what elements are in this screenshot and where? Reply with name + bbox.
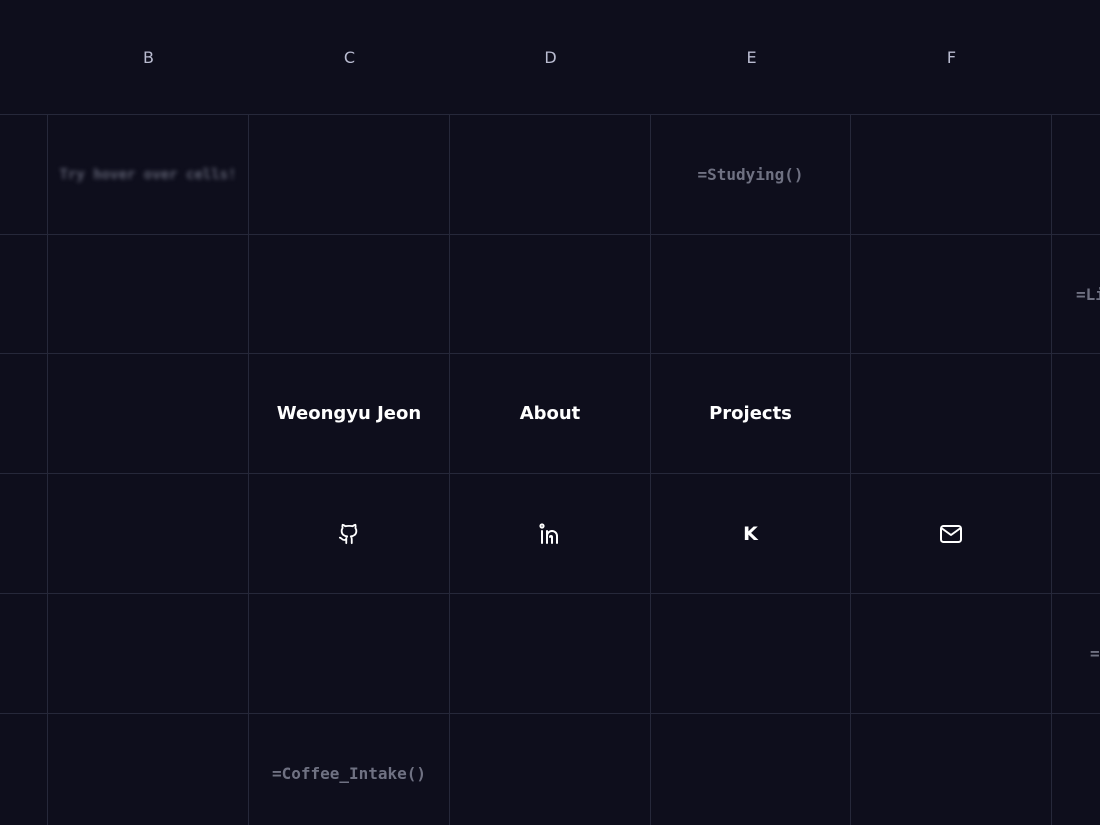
linkedin-link[interactable] [450, 474, 650, 593]
column-header-b: B [143, 47, 154, 67]
nav-projects-link[interactable]: Projects [651, 354, 850, 473]
grid-line-horizontal [0, 234, 1100, 235]
column-header-c: C [343, 47, 356, 67]
nav-about-link[interactable]: About [450, 354, 650, 473]
grid-line-vertical [850, 115, 851, 825]
cell-hint-text[interactable]: Try hover over cells! [48, 115, 248, 234]
column-header-f: F [946, 47, 957, 67]
mail-icon [939, 523, 963, 545]
mail-link[interactable] [851, 474, 1051, 593]
spreadsheet-grid: B C D E F Try hover over cells! =Studyin… [0, 0, 1100, 825]
github-icon [338, 523, 360, 545]
grid-line-horizontal [0, 713, 1100, 714]
grid-line-vertical [1051, 115, 1052, 825]
cell-studying-formula[interactable]: =Studying() [651, 115, 850, 234]
grid-line-horizontal [0, 593, 1100, 594]
k-link[interactable]: K [651, 474, 850, 593]
column-header-e: E [746, 47, 757, 67]
cell-coffee-formula[interactable]: =Coffee_Intake() [249, 714, 449, 825]
github-link[interactable] [249, 474, 449, 593]
nav-name-link[interactable]: Weongyu Jeon [249, 354, 449, 473]
column-header-d: D [544, 47, 557, 67]
linkedin-icon [538, 522, 562, 546]
cell-partial-formula[interactable]: =Li [1052, 235, 1100, 353]
cell-partial-formula-2[interactable]: = [1052, 594, 1100, 713]
